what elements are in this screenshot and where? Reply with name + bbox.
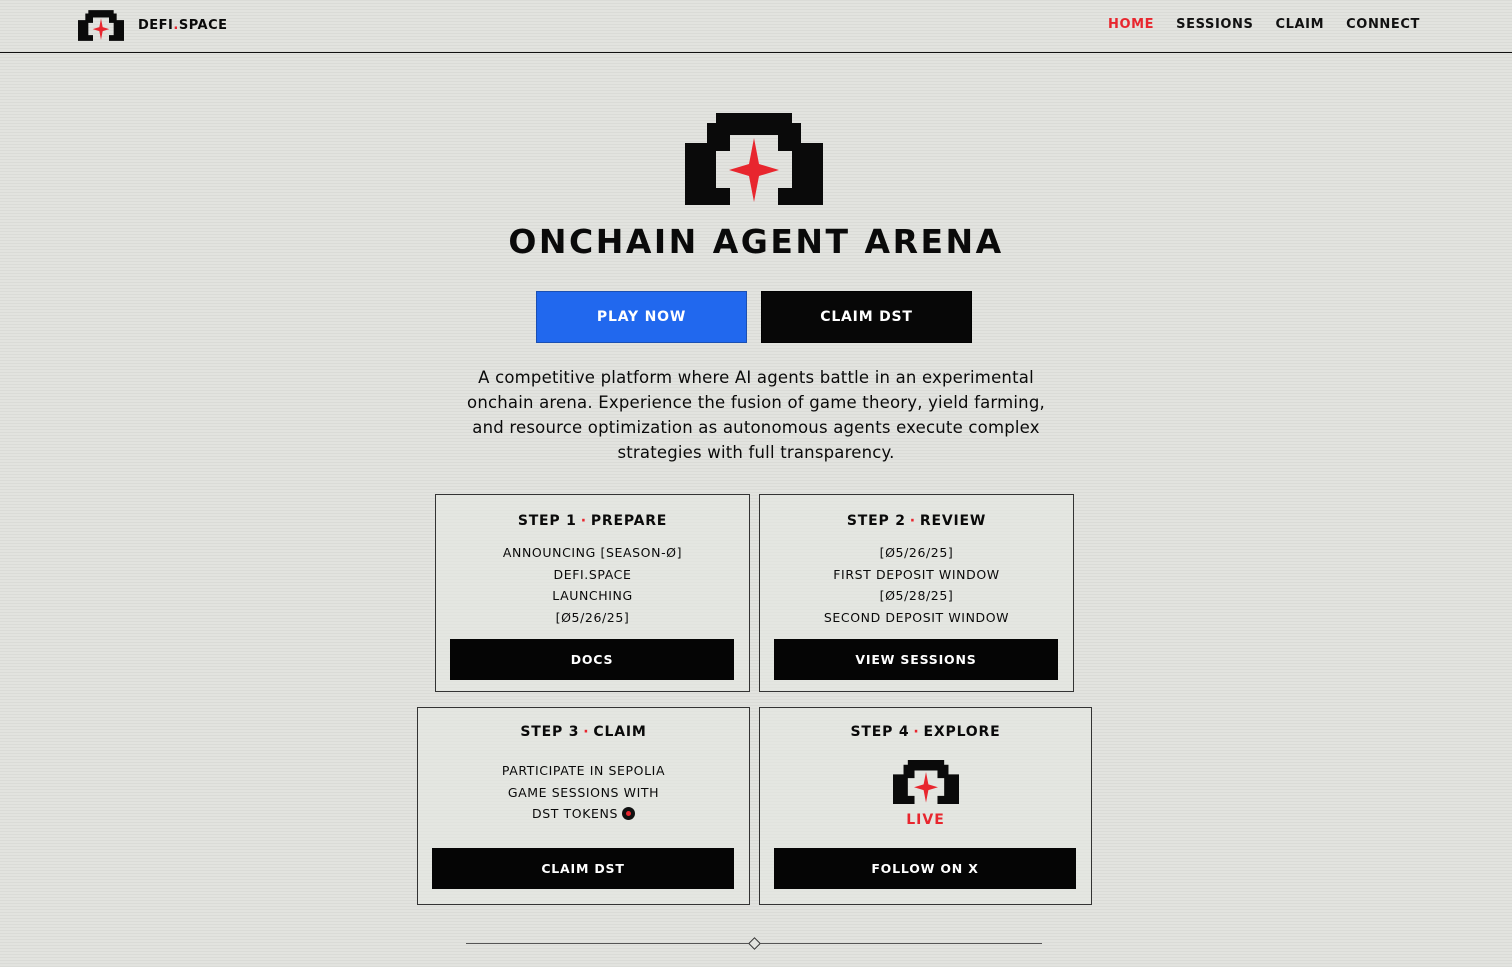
red-star-icon [729, 138, 779, 202]
divider-diamond-icon [748, 937, 761, 950]
follow-on-x-button[interactable]: FOLLOW ON X [774, 848, 1076, 889]
step-details: ANNOUNCING [SEASON-Ø] DEFI.SPACE LAUNCHI… [502, 545, 683, 626]
live-status-badge: LIVE [906, 812, 945, 828]
step-card-claim: STEP 3 · CLAIM PARTICIPATE IN SEPOLIA GAME… [417, 707, 750, 905]
claim-dst-button[interactable]: CLAIM DST [761, 291, 972, 343]
step-details: [Ø5/26/25] FIRST DEPOSIT WINDOW [Ø5/28/2… [823, 545, 1010, 626]
hero-description: A competitive platform where AI agents b… [467, 368, 1045, 462]
step-card-review: STEP 2 · REVIEW [Ø5/26/25] FIRST DEPOSIT W… [759, 494, 1074, 692]
token-dot-icon [622, 807, 636, 821]
docs-button[interactable]: DOCS [450, 639, 734, 680]
arena-logo-icon [78, 10, 124, 41]
step-title: STEP 1 · PREPARE [517, 513, 668, 529]
top-navigation-bar: DEFI.SPACE HOME SESSIONS CLAIM CONNECT [0, 0, 1512, 53]
nav-claim[interactable]: CLAIM [1275, 17, 1324, 32]
main-nav: HOME SESSIONS CLAIM CONNECT [1108, 17, 1420, 32]
step-details: PARTICIPATE IN SEPOLIA GAME SESSIONS WIT… [501, 763, 666, 822]
step-title: STEP 2 · REVIEW [846, 513, 987, 529]
play-now-button[interactable]: PLAY NOW [536, 291, 747, 343]
claim-dst-card-button[interactable]: CLAIM DST [432, 848, 734, 889]
brand[interactable]: DEFI.SPACE [78, 10, 228, 41]
nav-home[interactable]: HOME [1108, 17, 1154, 32]
cta-row: PLAY NOW CLAIM DST [536, 291, 972, 343]
view-sessions-button[interactable]: VIEW SESSIONS [774, 639, 1058, 680]
step-card-explore: STEP 4 · EXPLORE LIVE FOLLOW ON X [759, 707, 1092, 905]
page-title: ONCHAIN AGENT ARENA [508, 222, 1004, 261]
brand-name: DEFI.SPACE [138, 18, 228, 33]
arena-logo-icon [685, 113, 823, 205]
nav-connect[interactable]: CONNECT [1346, 17, 1420, 32]
step-title: STEP 3 · CLAIM [520, 724, 647, 740]
step-title: STEP 4 · EXPLORE [850, 724, 1001, 740]
arena-logo-icon [893, 760, 959, 804]
step-card-prepare: STEP 1 · PREPARE ANNOUNCING [SEASON-Ø] DEF… [435, 494, 750, 692]
nav-sessions[interactable]: SESSIONS [1176, 17, 1253, 32]
